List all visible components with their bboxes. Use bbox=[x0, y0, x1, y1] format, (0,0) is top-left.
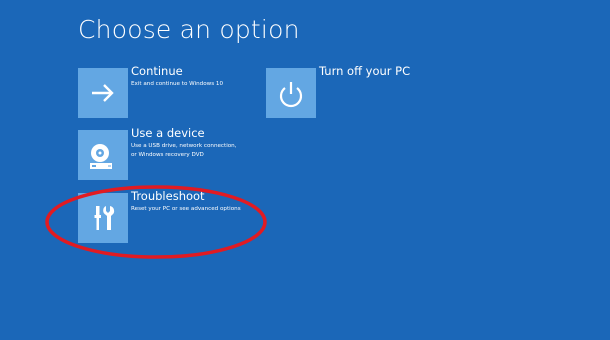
option-turn-off[interactable]: Turn off your PC bbox=[266, 64, 416, 118]
option-troubleshoot[interactable]: Troubleshoot Reset your PC or see advanc… bbox=[78, 189, 258, 243]
disc-drive-icon bbox=[90, 144, 112, 169]
option-label: Use a device bbox=[131, 126, 205, 140]
power-icon bbox=[279, 82, 303, 108]
option-label: Continue bbox=[131, 64, 183, 78]
troubleshoot-tile[interactable] bbox=[78, 193, 128, 243]
turn-off-tile[interactable] bbox=[266, 68, 316, 118]
continue-tile[interactable] bbox=[78, 68, 128, 118]
arrow-right-icon bbox=[92, 84, 114, 102]
use-device-tile[interactable] bbox=[78, 130, 128, 180]
page-title: Choose an option bbox=[78, 15, 300, 44]
option-label: Turn off your PC bbox=[319, 64, 411, 78]
option-label: Troubleshoot bbox=[131, 189, 205, 203]
option-use-device[interactable]: Use a device Use a USB drive, network co… bbox=[78, 126, 258, 180]
option-continue[interactable]: Continue Exit and continue to Windows 10 bbox=[78, 64, 238, 118]
tools-icon bbox=[94, 206, 115, 230]
option-description: Exit and continue to Windows 10 bbox=[131, 81, 224, 87]
option-description: Reset your PC or see advanced options bbox=[131, 206, 241, 212]
option-description: Use a USB drive, network connection, or … bbox=[131, 143, 237, 158]
